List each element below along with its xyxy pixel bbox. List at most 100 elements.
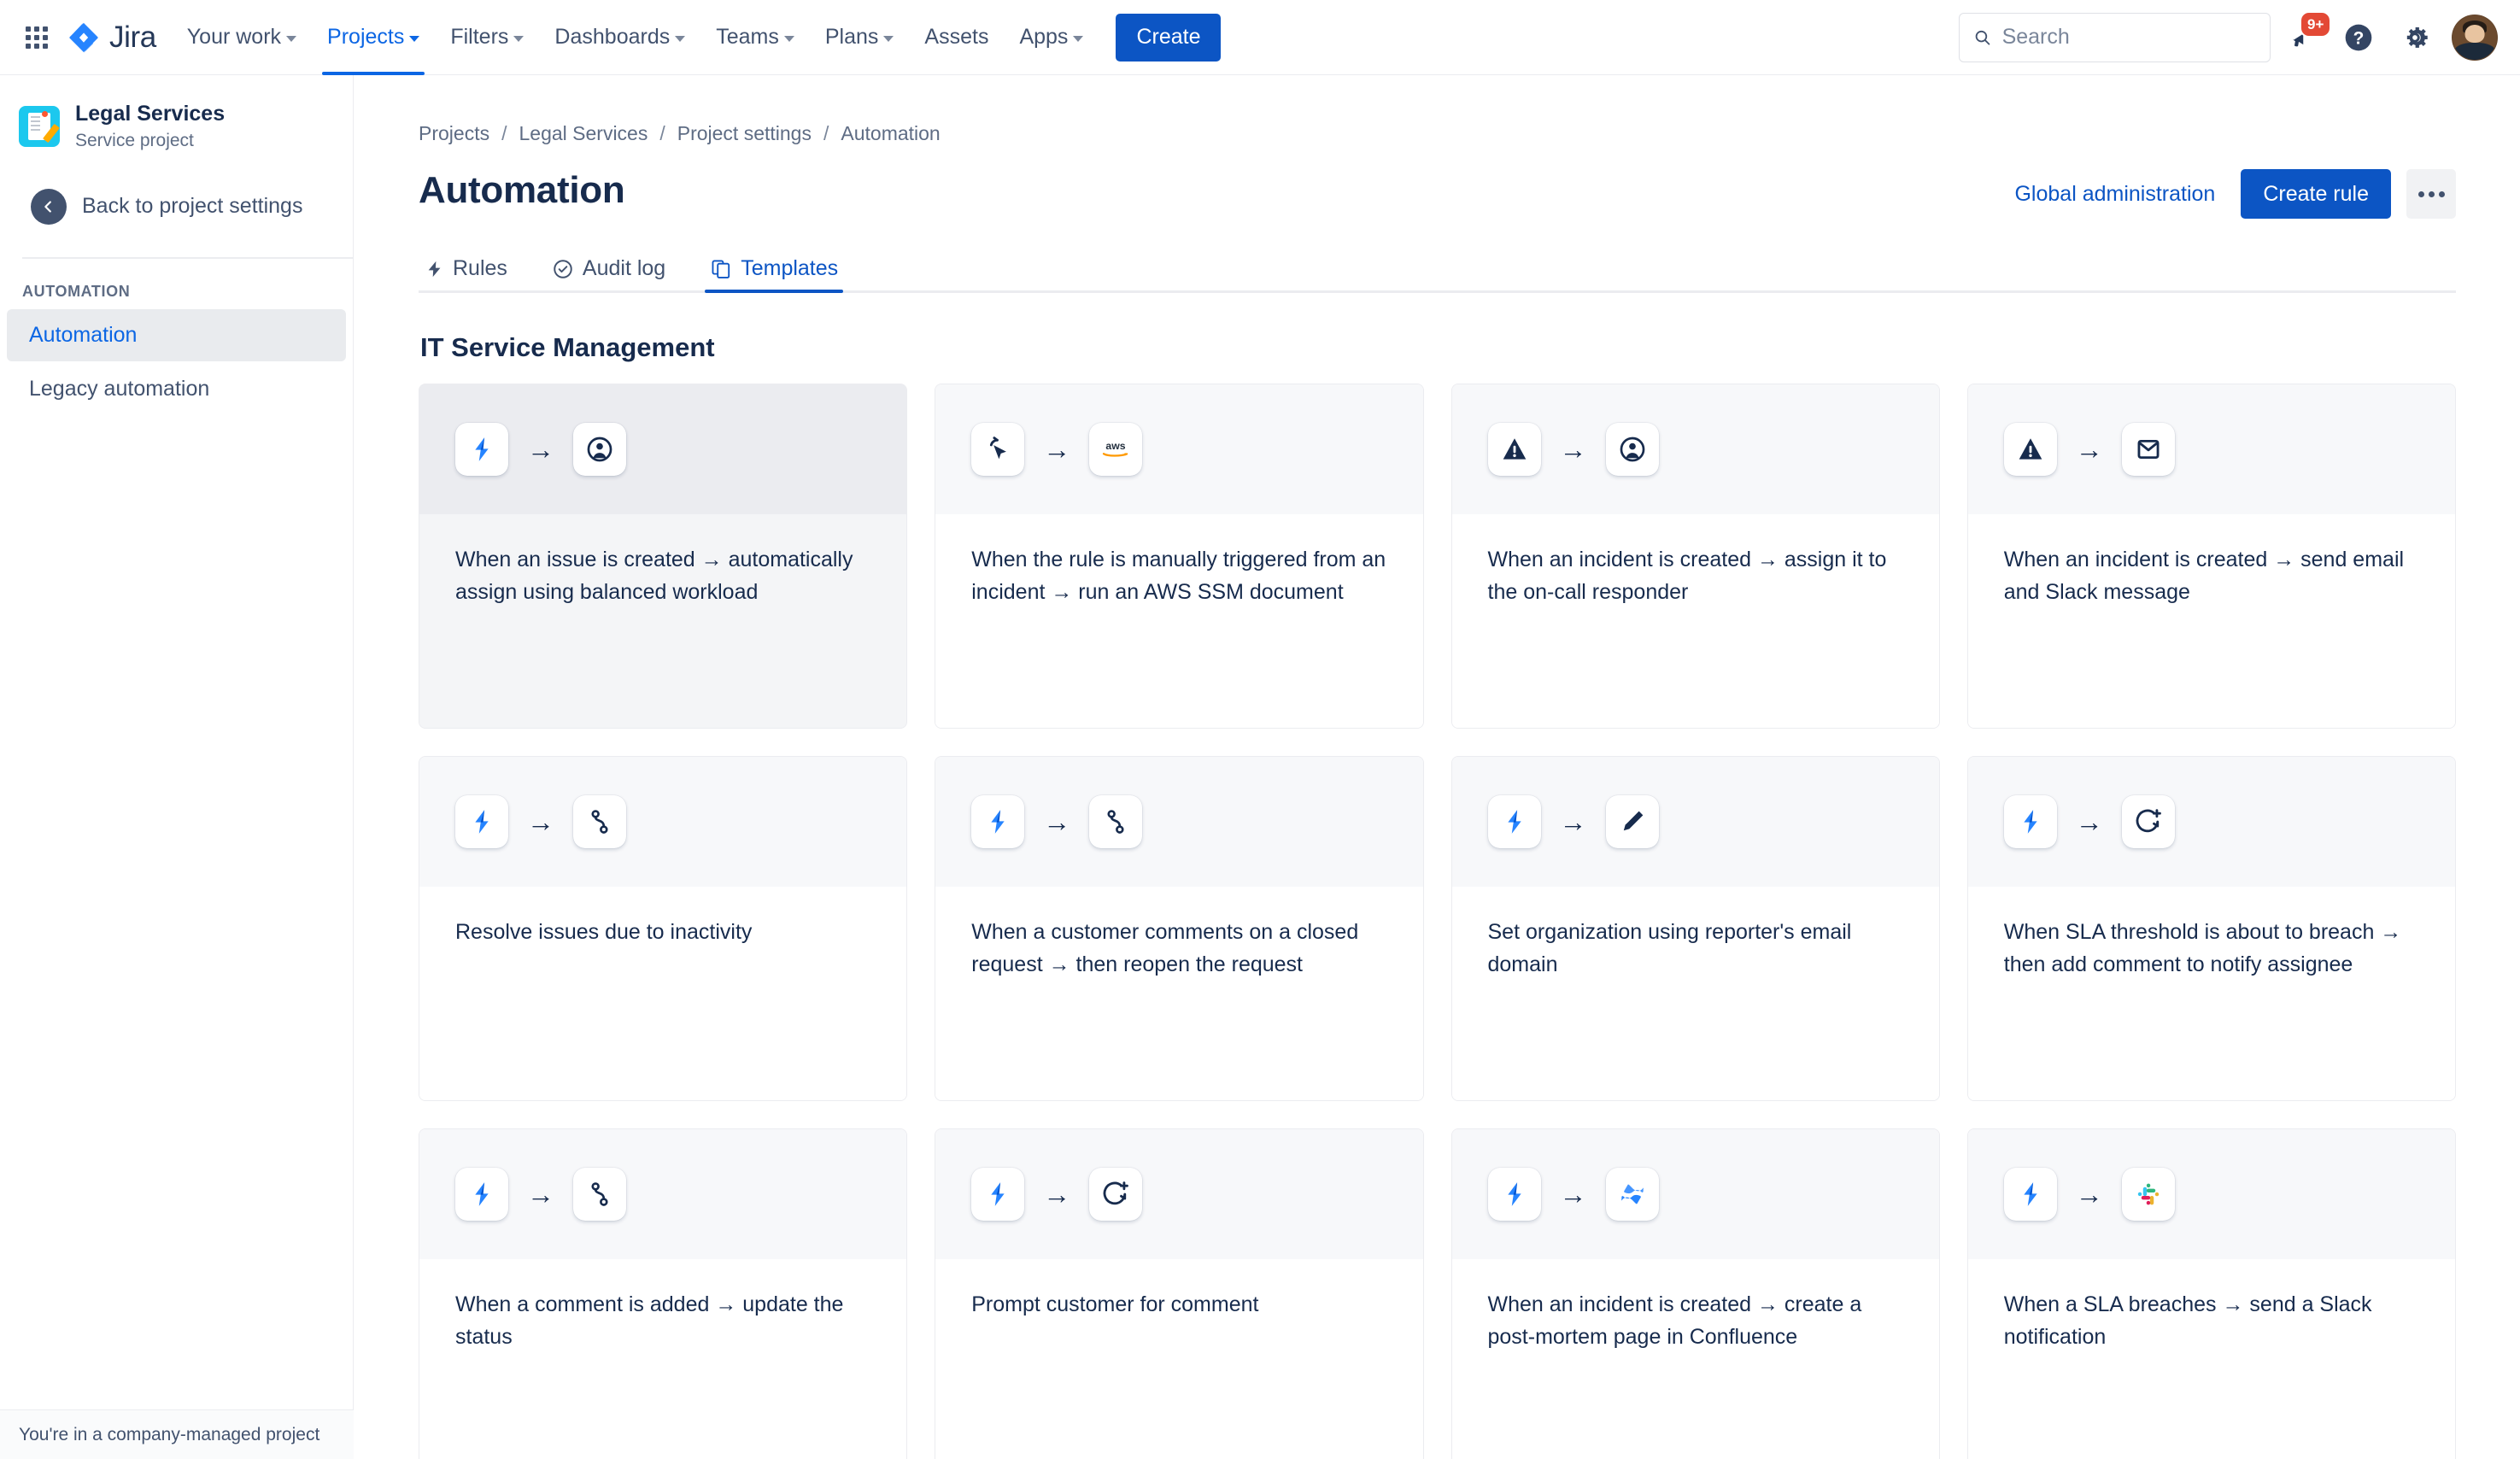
breadcrumb-item-automation[interactable]: Automation: [841, 122, 940, 145]
jira-lightning-icon: [971, 1168, 1025, 1221]
template-card[interactable]: → When a comment is added → update the s…: [419, 1128, 908, 1459]
search-box[interactable]: [1959, 12, 2271, 62]
help-button[interactable]: ?: [2334, 13, 2383, 62]
breadcrumb: Projects / Legal Services / Project sett…: [419, 122, 2456, 145]
template-card[interactable]: → Resolve issues due to inactivity: [419, 756, 908, 1101]
user-avatar[interactable]: [2452, 14, 2498, 61]
ellipsis-icon: [2417, 190, 2424, 197]
template-card-body: Prompt customer for comment: [935, 1259, 1423, 1459]
settings-button[interactable]: [2390, 13, 2440, 62]
create-button[interactable]: Create: [1116, 13, 1222, 62]
project-name: Legal Services: [75, 102, 226, 126]
arrow-right-icon: →: [1559, 434, 1587, 465]
jira-lightning-icon: [1487, 795, 1541, 848]
nav-item-your-work[interactable]: Your work: [173, 13, 310, 62]
sidebar-item-legacy-automation[interactable]: Legacy automation: [7, 363, 346, 415]
breadcrumb-item-projects[interactable]: Projects: [419, 122, 489, 145]
template-card-body: When an issue is created → automatically…: [419, 514, 907, 728]
global-administration-link[interactable]: Global administration: [2004, 173, 2225, 215]
tab-audit-log[interactable]: Audit log: [547, 249, 671, 293]
chevron-down-icon: [513, 35, 525, 42]
nav-item-filters[interactable]: Filters: [437, 13, 537, 62]
nav-label: Projects: [327, 25, 405, 49]
template-card-icons: →: [419, 384, 907, 514]
nav-label: Assets: [924, 25, 989, 49]
jira-lightning-icon: [455, 1168, 508, 1221]
nav-item-projects[interactable]: Projects: [314, 13, 433, 75]
template-card[interactable]: → When SLA threshold is about to breach …: [1966, 756, 2456, 1101]
template-card[interactable]: → When a customer comments on a closed r…: [935, 756, 1424, 1101]
template-card[interactable]: → When a SLA breaches → send a Slack not…: [1966, 1128, 2456, 1459]
arrow-right-icon: →: [527, 1179, 554, 1210]
jira-home-link[interactable]: Jira: [68, 21, 156, 55]
back-label: Back to project settings: [82, 194, 303, 219]
search-input[interactable]: [2001, 25, 2256, 50]
template-card[interactable]: → When an issue is created → automatical…: [419, 384, 908, 729]
main-content: Projects / Legal Services / Project sett…: [355, 75, 2520, 1459]
nav-item-plans[interactable]: Plans: [812, 13, 908, 62]
manual-trigger-cursor-icon: [971, 423, 1025, 476]
search-icon: [1975, 30, 1990, 45]
project-avatar-icon: [19, 106, 60, 148]
template-card-icons: →: [1967, 757, 2455, 887]
more-actions-button[interactable]: [2406, 169, 2456, 219]
template-card-icons: →: [1451, 757, 1939, 887]
breadcrumb-item-project-settings[interactable]: Project settings: [677, 122, 812, 145]
avatar-body: [2454, 42, 2495, 60]
person-circle-icon: [1605, 423, 1659, 476]
nav-item-teams[interactable]: Teams: [702, 13, 808, 62]
nav-label: Apps: [1019, 25, 1069, 49]
template-card-icons: →: [419, 1129, 907, 1259]
tab-templates[interactable]: Templates: [705, 249, 844, 293]
nav-item-assets[interactable]: Assets: [911, 13, 1002, 62]
chevron-down-icon: [675, 35, 686, 42]
question-circle-icon: ?: [2345, 24, 2372, 50]
nav-item-apps[interactable]: Apps: [1005, 13, 1097, 62]
chevron-down-icon: [286, 35, 297, 42]
check-circle-icon: [554, 259, 572, 278]
template-card-body: When a customer comments on a closed req…: [935, 887, 1423, 1100]
copy-pages-icon: [712, 260, 730, 278]
template-card-text: When an issue is created → automatically…: [455, 548, 853, 604]
chevron-down-icon: [409, 35, 420, 42]
avatar-face: [2464, 24, 2485, 43]
chevron-down-icon: [783, 35, 794, 42]
arrow-right-icon: →: [527, 434, 554, 465]
nav-right-group: 9+ ?: [1959, 10, 2498, 62]
breadcrumb-separator: /: [823, 122, 829, 144]
arrow-right-icon: →: [1043, 434, 1071, 465]
template-card-text: Prompt customer for comment: [971, 1292, 1259, 1316]
arrow-right-icon: →: [1043, 1179, 1071, 1210]
brand-name: Jira: [109, 20, 156, 54]
template-card-icons: →: [1451, 1129, 1939, 1259]
template-card-icons: →: [1967, 1129, 2455, 1259]
sidebar-item-automation[interactable]: Automation: [7, 308, 346, 361]
template-card[interactable]: → When an incident is created → send ema…: [1966, 384, 2456, 729]
confluence-logo-icon: [1605, 1168, 1659, 1221]
template-card[interactable]: → aws When the rule is manually triggere…: [935, 384, 1424, 729]
project-header[interactable]: Legal Services Service project: [0, 75, 353, 163]
notification-badge: 9+: [2300, 10, 2332, 38]
jira-lightning-icon: [2003, 795, 2057, 848]
template-card-text: Resolve issues due to inactivity: [455, 920, 753, 944]
template-card[interactable]: → Prompt customer for comment: [935, 1128, 1424, 1459]
app-switcher-grid-icon: [26, 26, 48, 49]
app-switcher-button[interactable]: [17, 18, 56, 57]
nav-label: Plans: [824, 25, 879, 49]
template-card-body: When a SLA breaches → send a Slack notif…: [1967, 1259, 2455, 1459]
automation-tabs: Rules Audit log Templates: [419, 249, 2456, 293]
breadcrumb-item-legal-services[interactable]: Legal Services: [519, 122, 648, 145]
tab-label: Audit log: [582, 256, 666, 280]
template-card-icons: →: [935, 1129, 1423, 1259]
template-card[interactable]: → Set organization using reporter's emai…: [1450, 756, 1940, 1101]
tab-rules[interactable]: Rules: [420, 249, 513, 293]
template-card[interactable]: → When an incident is created → assign i…: [1450, 384, 1940, 729]
nav-item-dashboards[interactable]: Dashboards: [541, 13, 699, 62]
create-rule-button[interactable]: Create rule: [2241, 169, 2391, 219]
back-to-project-settings-button[interactable]: Back to project settings: [12, 175, 341, 238]
template-card-body: When an incident is created → send email…: [1967, 514, 2455, 728]
notifications-button[interactable]: 9+: [2277, 10, 2332, 62]
add-comment-icon: [1089, 1168, 1143, 1221]
template-card-text: When a SLA breaches → send a Slack notif…: [2003, 1292, 2372, 1349]
template-card[interactable]: → When an incident is created → create a…: [1450, 1128, 1940, 1459]
